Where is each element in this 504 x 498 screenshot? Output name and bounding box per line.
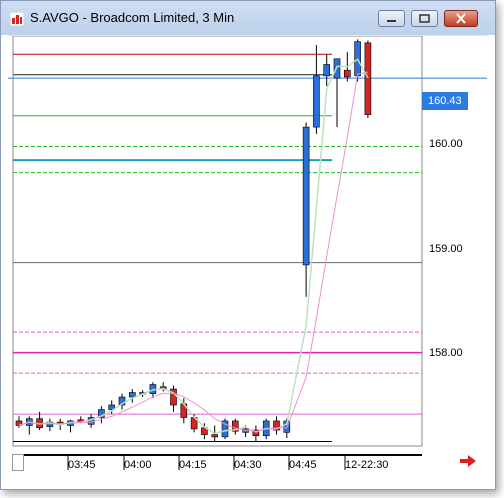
price-label-159: 159.00	[429, 243, 463, 255]
close-icon	[456, 13, 466, 24]
close-button[interactable]	[444, 10, 478, 27]
candle-body	[129, 392, 136, 398]
window-title: S.AVGO - Broadcom Limited, 3 Min	[30, 10, 235, 25]
candle-body	[323, 64, 331, 77]
maximize-icon	[419, 14, 430, 23]
price-label-160: 160.00	[429, 138, 463, 150]
candle-body	[364, 42, 372, 115]
minimize-button[interactable]	[378, 10, 405, 27]
time-label: 04:45	[289, 459, 317, 471]
time-label: 03:45	[68, 459, 96, 471]
title-bar[interactable]: S.AVGO - Broadcom Limited, 3 Min	[1, 1, 495, 35]
candle-body	[343, 69, 351, 78]
time-label: 04:00	[124, 459, 152, 471]
chart-window: S.AVGO - Broadcom Limited, 3 Min 160.00 …	[0, 0, 496, 490]
minimize-icon	[387, 20, 396, 22]
price-chart[interactable]	[8, 36, 487, 482]
current-price-flag: 160.43	[422, 92, 468, 110]
candle-body	[302, 126, 310, 266]
plot-border	[12, 36, 423, 447]
time-label: 04:15	[179, 459, 207, 471]
candle-body	[211, 434, 218, 438]
scroll-right-arrow-icon[interactable]	[459, 454, 477, 468]
time-label: 12-22:30	[345, 459, 389, 471]
time-label: 04:30	[234, 459, 262, 471]
maximize-button[interactable]	[411, 10, 438, 27]
price-label-158: 158.00	[429, 347, 463, 359]
candle-body	[333, 58, 341, 79]
chart-area[interactable]: 160.00 159.00 158.00 160.43 03:45 04:00 …	[8, 35, 487, 482]
scroll-handle[interactable]	[12, 454, 24, 471]
chart-app-icon	[10, 12, 24, 26]
candle-body	[313, 75, 320, 128]
